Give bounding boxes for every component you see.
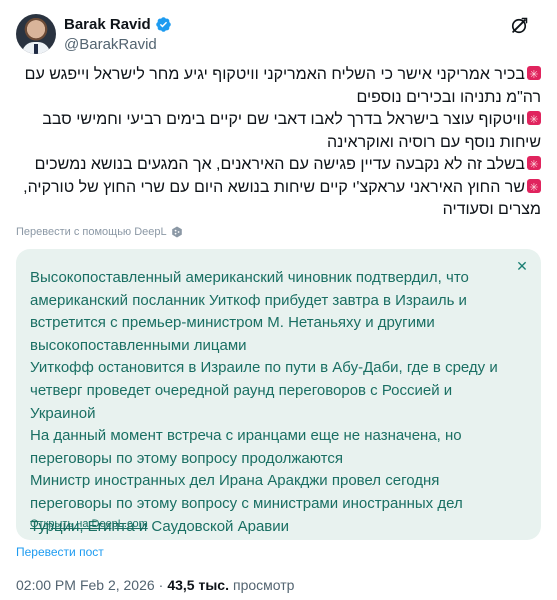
views-label: просмотр	[232, 577, 295, 593]
grok-icon[interactable]	[509, 16, 529, 36]
tweet-date[interactable]: Feb 2, 2026	[80, 577, 155, 593]
translation-box: ✕ Высокопоставленный американский чиновн…	[16, 249, 541, 540]
siren-icon	[527, 109, 541, 132]
translated-by-label: Перевести с помощью DeepL	[16, 226, 167, 238]
author-handle[interactable]: @BarakRavid	[64, 36, 157, 53]
verified-badge-icon	[155, 17, 171, 32]
meta-separator: ·	[158, 577, 164, 593]
tweet-paragraph-text: בכיר אמריקני אישר כי השליח האמריקני וויט…	[24, 66, 541, 106]
tweet-paragraph-text: בשלב זה לא נקבעה עדיין פגישה עם האיראנים…	[34, 156, 525, 173]
translation-paragraph-2: Уиткофф остановится в Израиле по пути в …	[30, 359, 498, 422]
tweet-paragraph-4: שר החוץ האיראני עראקצ'י קיים שיחות בנושא…	[16, 177, 541, 222]
avatar[interactable]	[16, 14, 56, 54]
tweet-time[interactable]: 02:00 PM	[16, 577, 76, 593]
close-icon[interactable]: ✕	[513, 257, 531, 275]
tweet-meta: 02:00 PM Feb 2, 2026 · 43,5 тыс. просмот…	[16, 577, 294, 593]
name-row: Barak Ravid	[64, 16, 172, 33]
translated-by-deepl[interactable]: Перевести с помощью DeepL	[16, 226, 183, 238]
tweet-paragraph-2: וויטקוף עוצר בישראל בדרך לאבו דאבי שם יק…	[16, 109, 541, 154]
siren-icon	[527, 154, 541, 177]
views-count: 43,5 тыс.	[167, 577, 229, 593]
tweet-paragraph-text: וויטקוף עוצר בישראל בדרך לאבו דאבי שם יק…	[42, 111, 541, 151]
tweet-header: Barak Ravid @BarakRavid	[16, 14, 541, 58]
avatar-tie	[34, 44, 38, 54]
translation-text: Высокопоставленный американский чиновник…	[30, 267, 510, 538]
translate-post-link[interactable]: Перевести пост	[16, 545, 104, 559]
deepl-logo-icon	[171, 226, 182, 238]
open-deepl-link[interactable]: Открыть на DeepL.com	[30, 518, 148, 530]
translation-paragraph-3: На данный момент встреча с иранцами еще …	[30, 427, 462, 467]
tweet-paragraph-text: שר החוץ האיראני עראקצ'י קיים שיחות בנושא…	[23, 178, 541, 219]
siren-icon	[527, 177, 541, 199]
tweet-paragraph-3: בשלב זה לא נקבעה עדיין פגישה עם האיראנים…	[16, 154, 541, 177]
translation-paragraph-1: Высокопоставленный американский чиновник…	[30, 269, 469, 354]
tweet-text: בכיר אמריקני אישר כי השליח האמריקני וויט…	[16, 64, 541, 222]
siren-icon	[527, 64, 541, 87]
author-name[interactable]: Barak Ravid	[64, 16, 151, 33]
tweet-paragraph-1: בכיר אמריקני אישר כי השליח האמריקני וויט…	[16, 64, 541, 109]
